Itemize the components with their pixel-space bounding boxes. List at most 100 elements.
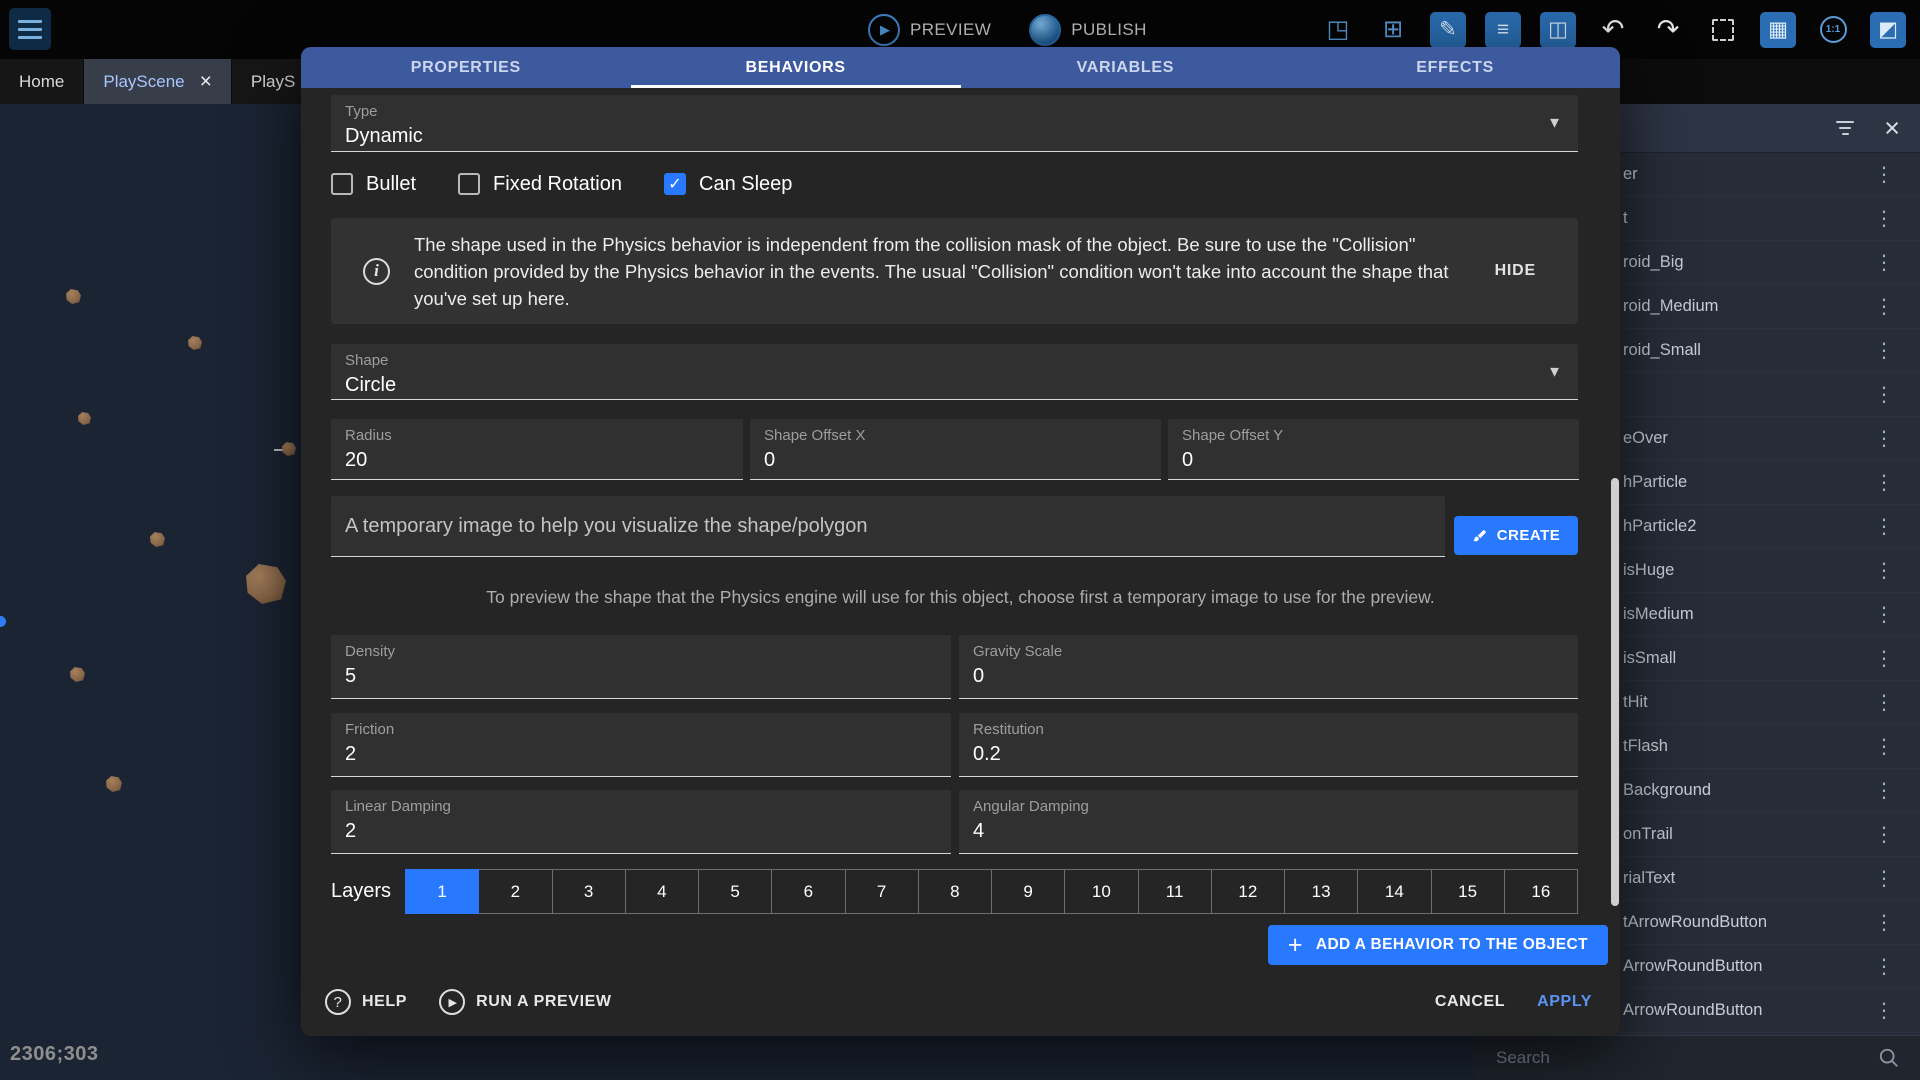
item-menu-icon[interactable]: ⋮	[1866, 294, 1902, 319]
zoom-1-1-icon-circle: 1:1	[1820, 16, 1847, 43]
object-name: isMedium	[1623, 605, 1866, 624]
friction-field[interactable]: Friction 2	[331, 713, 951, 777]
shape-dropdown[interactable]: Shape Circle ▼	[331, 344, 1578, 400]
help-label: HELP	[362, 993, 407, 1011]
item-menu-icon[interactable]: ⋮	[1866, 690, 1902, 715]
layer-button-10[interactable]: 10	[1064, 869, 1138, 914]
create-button[interactable]: CREATE	[1454, 516, 1578, 555]
cancel-button[interactable]: CANCEL	[1435, 993, 1505, 1011]
filter-icon[interactable]	[1836, 121, 1854, 135]
hide-button[interactable]: HIDE	[1495, 262, 1536, 280]
item-menu-icon[interactable]: ⋮	[1866, 734, 1902, 759]
run-preview-label: RUN A PREVIEW	[476, 993, 612, 1011]
item-menu-icon[interactable]: ⋮	[1866, 514, 1902, 539]
restitution-field[interactable]: Restitution 0.2	[959, 713, 1578, 777]
shape-label: Shape	[345, 352, 1564, 369]
dialog-tab-behaviors[interactable]: BEHAVIORS	[631, 47, 961, 88]
asteroid	[150, 532, 165, 547]
physics-behavior-dialog: PROPERTIESBEHAVIORSVARIABLESEFFECTS Type…	[301, 47, 1620, 1036]
checkbox-fixed-rotation[interactable]: Fixed Rotation	[458, 173, 622, 196]
selection-mask-icon[interactable]	[1705, 12, 1741, 48]
layer-button-6[interactable]: 6	[771, 869, 845, 914]
move-object-icon[interactable]: ◳	[1320, 12, 1356, 48]
editor-tab-playscene[interactable]: PlayScene×	[84, 59, 231, 104]
add-behavior-button[interactable]: + ADD A BEHAVIOR TO THE OBJECT	[1268, 925, 1608, 965]
layer-button-3[interactable]: 3	[552, 869, 626, 914]
asteroid	[188, 336, 202, 350]
type-dropdown[interactable]: Type Dynamic ▼	[331, 95, 1578, 152]
redo-icon[interactable]: ↷	[1650, 12, 1686, 48]
undo-icon[interactable]: ↶	[1595, 12, 1631, 48]
dialog-tab-properties[interactable]: PROPERTIES	[301, 47, 631, 88]
checkbox-bullet[interactable]: Bullet	[331, 173, 416, 196]
layer-button-4[interactable]: 4	[625, 869, 699, 914]
object-name: onTrail	[1623, 825, 1866, 844]
apply-button[interactable]: APPLY	[1537, 993, 1592, 1011]
preview-button[interactable]: ▶ PREVIEW	[868, 14, 991, 46]
item-menu-icon[interactable]: ⋮	[1866, 910, 1902, 935]
item-menu-icon[interactable]: ⋮	[1866, 646, 1902, 671]
angular-damping-field[interactable]: Angular Damping 4	[959, 790, 1578, 854]
density-field[interactable]: Density 5	[331, 635, 951, 699]
dialog-scrollbar[interactable]	[1611, 478, 1619, 906]
item-menu-icon[interactable]: ⋮	[1866, 558, 1902, 583]
run-preview-button[interactable]: ▶ RUN A PREVIEW	[439, 989, 612, 1015]
object-name: hParticle2	[1623, 517, 1866, 536]
item-menu-icon[interactable]: ⋮	[1866, 162, 1902, 187]
dialog-tab-variables[interactable]: VARIABLES	[961, 47, 1291, 88]
search-input[interactable]	[1474, 1048, 1878, 1068]
layer-button-12[interactable]: 12	[1211, 869, 1285, 914]
grid-icon[interactable]: ▦	[1760, 12, 1796, 48]
radius-field[interactable]: Radius 20	[331, 419, 743, 480]
item-menu-icon[interactable]: ⋮	[1866, 778, 1902, 803]
object-name: er	[1623, 165, 1866, 184]
shape-offset-x-field[interactable]: Shape Offset X 0	[750, 419, 1161, 480]
paint-mode-icon[interactable]: ◩	[1870, 12, 1906, 48]
linear-damping-field[interactable]: Linear Damping 2	[331, 790, 951, 854]
editor-tab-label: Home	[19, 72, 64, 92]
item-menu-icon[interactable]: ⋮	[1866, 998, 1902, 1023]
layer-button-5[interactable]: 5	[698, 869, 772, 914]
item-menu-icon[interactable]: ⋮	[1866, 954, 1902, 979]
preview-label: PREVIEW	[910, 20, 991, 40]
layer-button-9[interactable]: 9	[991, 869, 1065, 914]
item-menu-icon[interactable]: ⋮	[1866, 338, 1902, 363]
checkbox-can-sleep[interactable]: ✓Can Sleep	[664, 173, 792, 196]
dialog-tab-effects[interactable]: EFFECTS	[1290, 47, 1620, 88]
edit-object-icon[interactable]: ✎	[1430, 12, 1466, 48]
temp-image-field[interactable]: A temporary image to help you visualize …	[331, 496, 1445, 557]
zoom-1-1-icon[interactable]: 1:1	[1815, 12, 1851, 48]
item-menu-icon[interactable]: ⋮	[1866, 382, 1902, 407]
layer-button-16[interactable]: 16	[1504, 869, 1578, 914]
item-menu-icon[interactable]: ⋮	[1866, 426, 1902, 451]
layer-button-8[interactable]: 8	[918, 869, 992, 914]
help-button[interactable]: ? HELP	[325, 989, 407, 1015]
layer-button-14[interactable]: 14	[1357, 869, 1431, 914]
item-menu-icon[interactable]: ⋮	[1866, 866, 1902, 891]
layer-button-11[interactable]: 11	[1138, 869, 1212, 914]
item-menu-icon[interactable]: ⋮	[1866, 250, 1902, 275]
layers-panel-icon[interactable]: ◫	[1540, 12, 1576, 48]
item-menu-icon[interactable]: ⋮	[1866, 602, 1902, 627]
dialog-tab-bar: PROPERTIESBEHAVIORSVARIABLESEFFECTS	[301, 47, 1620, 88]
layer-button-15[interactable]: 15	[1431, 869, 1505, 914]
layer-button-7[interactable]: 7	[845, 869, 919, 914]
add-object-icon[interactable]: ⊞	[1375, 12, 1411, 48]
item-menu-icon[interactable]: ⋮	[1866, 822, 1902, 847]
item-menu-icon[interactable]: ⋮	[1866, 206, 1902, 231]
publish-button[interactable]: PUBLISH	[1029, 14, 1147, 46]
instances-list-icon[interactable]: ≡	[1485, 12, 1521, 48]
item-menu-icon[interactable]: ⋮	[1866, 470, 1902, 495]
shape-offset-x-value: 0	[764, 449, 1147, 472]
shape-params-row: Radius 20 Shape Offset X 0 Shape Offset …	[331, 419, 1578, 480]
project-manager-menu-icon[interactable]	[9, 8, 51, 50]
close-tab-icon[interactable]: ×	[200, 71, 212, 92]
layer-button-1[interactable]: 1	[405, 869, 479, 914]
gravity-scale-field[interactable]: Gravity Scale 0	[959, 635, 1578, 699]
shape-offset-x-label: Shape Offset X	[764, 427, 1147, 444]
layer-button-13[interactable]: 13	[1284, 869, 1358, 914]
close-panel-icon[interactable]: ×	[1884, 115, 1900, 142]
shape-offset-y-field[interactable]: Shape Offset Y 0	[1168, 419, 1579, 480]
editor-tab-home[interactable]: Home	[0, 59, 83, 104]
layer-button-2[interactable]: 2	[478, 869, 552, 914]
